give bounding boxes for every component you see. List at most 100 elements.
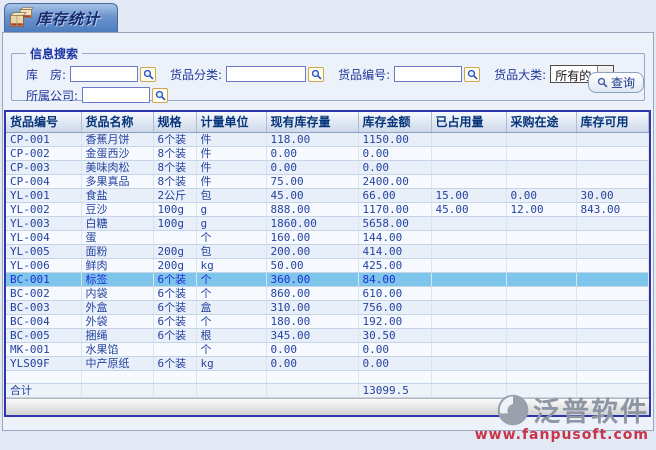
table-cell: 外袋 — [81, 314, 153, 328]
table-cell: CP-001 — [6, 132, 81, 146]
table-cell — [431, 356, 506, 370]
table-cell — [506, 132, 576, 146]
table-cell — [576, 160, 649, 174]
table-cell — [506, 370, 576, 383]
table-cell — [506, 300, 576, 314]
boxes-icon — [8, 7, 34, 29]
table-row[interactable]: YL-003白糖100gg1860.005658.00 — [6, 216, 649, 230]
table-cell: 860.00 — [266, 286, 358, 300]
goods-code-input[interactable] — [394, 66, 462, 82]
table-row[interactable]: MK-001水果馅个0.000.00 — [6, 342, 649, 356]
table-header-row: 货品编号 货品名称 规格 计量单位 现有库存量 库存金额 已占用量 采购在途 库… — [6, 112, 649, 132]
table-cell: 200g — [153, 244, 196, 258]
goods-code-lookup-button[interactable] — [464, 67, 480, 82]
col-header-available[interactable]: 库存可用 — [576, 112, 649, 132]
warehouse-input[interactable] — [70, 66, 138, 82]
table-cell: kg — [196, 356, 266, 370]
table-row[interactable]: CP-001香蕉月饼6个装件118.001150.00 — [6, 132, 649, 146]
table-cell: 0.00 — [358, 356, 431, 370]
table-cell: 捆绳 — [81, 328, 153, 342]
company-input[interactable] — [82, 87, 150, 103]
table-cell — [358, 370, 431, 383]
table-cell: BC-005 — [6, 328, 81, 342]
table-row[interactable]: BC-003外盒6个装盒310.00756.00 — [6, 300, 649, 314]
table-cell — [506, 342, 576, 356]
table-row[interactable]: BC-002内袋6个装个860.00610.00 — [6, 286, 649, 300]
table-row[interactable] — [6, 370, 649, 383]
horizontal-scrollbar[interactable] — [6, 398, 649, 415]
table-cell: 66.00 — [358, 188, 431, 202]
table-cell: YL-006 — [6, 258, 81, 272]
table-cell: 水果馅 — [81, 342, 153, 356]
table-cell: 160.00 — [266, 230, 358, 244]
table-cell: 个 — [196, 314, 266, 328]
col-header-occupied[interactable]: 已占用量 — [431, 112, 506, 132]
table-cell — [506, 286, 576, 300]
page-title-tab[interactable]: 库存统计 — [4, 3, 118, 32]
magnifier-icon — [155, 90, 166, 101]
table-row[interactable]: YL-005面粉200g包200.00414.00 — [6, 244, 649, 258]
table-cell: 30.50 — [358, 328, 431, 342]
table-cell — [576, 300, 649, 314]
col-header-stock-qty[interactable]: 现有库存量 — [266, 112, 358, 132]
warehouse-lookup-button[interactable] — [140, 67, 156, 82]
table-cell: 414.00 — [358, 244, 431, 258]
col-header-unit[interactable]: 计量单位 — [196, 112, 266, 132]
table-cell: 0.00 — [266, 160, 358, 174]
table-cell: BC-004 — [6, 314, 81, 328]
table-cell: BC-001 — [6, 272, 81, 286]
table-cell: 0.00 — [506, 188, 576, 202]
table-row[interactable]: CP-003美味肉松8个装件0.000.00 — [6, 160, 649, 174]
table-cell — [196, 370, 266, 383]
table-cell: 200.00 — [266, 244, 358, 258]
table-cell: 个 — [196, 272, 266, 286]
table-cell: 面粉 — [81, 244, 153, 258]
table-row[interactable]: BC-005捆绳6个装根345.0030.50 — [6, 328, 649, 342]
goods-category-lookup-button[interactable] — [308, 67, 324, 82]
goods-category-input[interactable] — [226, 66, 306, 82]
warehouse-label: 库 房: — [26, 66, 66, 83]
col-header-goods-code[interactable]: 货品编号 — [6, 112, 81, 132]
table-cell: 外盒 — [81, 300, 153, 314]
table-cell — [506, 328, 576, 342]
table-cell: 8个装 — [153, 174, 196, 188]
table-row[interactable]: YL-002豆沙100gg888.001170.0045.0012.00843.… — [6, 202, 649, 216]
col-header-in-transit[interactable]: 采购在途 — [506, 112, 576, 132]
table-cell: 6个装 — [153, 300, 196, 314]
table-cell — [153, 342, 196, 356]
table-row[interactable]: CP-004多果真品8个装件75.002400.00 — [6, 174, 649, 188]
table-cell: 100g — [153, 202, 196, 216]
table-cell — [576, 272, 649, 286]
table-cell: 6个装 — [153, 328, 196, 342]
table-row[interactable]: YL-001食盐2公斤包45.0066.0015.000.0030.00 — [6, 188, 649, 202]
table-cell: 8个装 — [153, 160, 196, 174]
table-cell: MK-001 — [6, 342, 81, 356]
table-cell: 白糖 — [81, 216, 153, 230]
table-row[interactable]: BC-004外袋6个装个180.00192.00 — [6, 314, 649, 328]
table-cell: 鲜肉 — [81, 258, 153, 272]
col-header-goods-name[interactable]: 货品名称 — [81, 112, 153, 132]
search-row-1: 库 房: 货品分类: — [26, 64, 638, 84]
table-cell — [506, 216, 576, 230]
col-header-spec[interactable]: 规格 — [153, 112, 196, 132]
company-lookup-button[interactable] — [152, 88, 168, 103]
table-row[interactable]: YLS09F中产原纸6个装kg0.000.00 — [6, 356, 649, 370]
table-cell: 2公斤 — [153, 188, 196, 202]
table-body: CP-001香蕉月饼6个装件118.001150.00CP-002金蛋西沙8个装… — [6, 132, 649, 383]
table-cell: 标签 — [81, 272, 153, 286]
table-cell — [576, 146, 649, 160]
table-cell — [431, 132, 506, 146]
table-cell: 个 — [196, 230, 266, 244]
table-row[interactable]: BC-001标签6个装个360.0084.00 — [6, 272, 649, 286]
table-cell: 30.00 — [576, 188, 649, 202]
table-cell — [431, 174, 506, 188]
table-row[interactable]: YL-006鲜肉200gkg50.00425.00 — [6, 258, 649, 272]
table-cell — [576, 216, 649, 230]
table-cell — [431, 272, 506, 286]
table-cell: CP-003 — [6, 160, 81, 174]
table-cell — [576, 342, 649, 356]
col-header-stock-amount[interactable]: 库存金额 — [358, 112, 431, 132]
query-button[interactable]: 查询 — [588, 72, 644, 93]
table-row[interactable]: CP-002金蛋西沙8个装件0.000.00 — [6, 146, 649, 160]
table-row[interactable]: YL-004蛋个160.00144.00 — [6, 230, 649, 244]
